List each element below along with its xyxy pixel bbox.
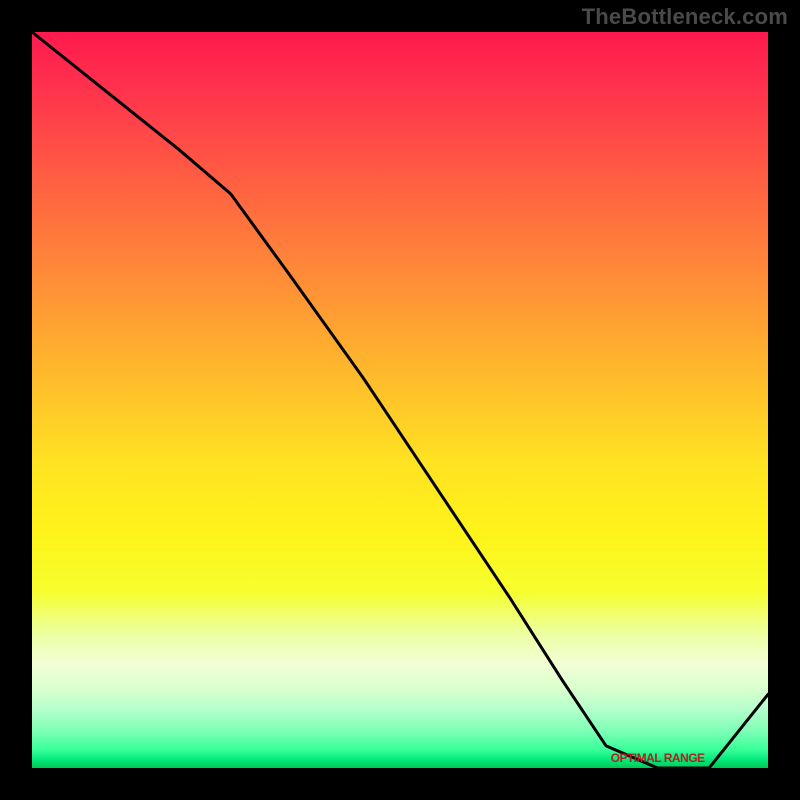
bottleneck-curve <box>32 32 768 768</box>
plot-area: OPTIMAL RANGE <box>32 32 768 768</box>
optimal-range-label: OPTIMAL RANGE <box>611 751 705 765</box>
line-plot-svg: OPTIMAL RANGE <box>32 32 768 768</box>
chart-container: TheBottleneck.com OPTIMAL RANGE <box>0 0 800 800</box>
watermark-text: TheBottleneck.com <box>582 4 788 30</box>
